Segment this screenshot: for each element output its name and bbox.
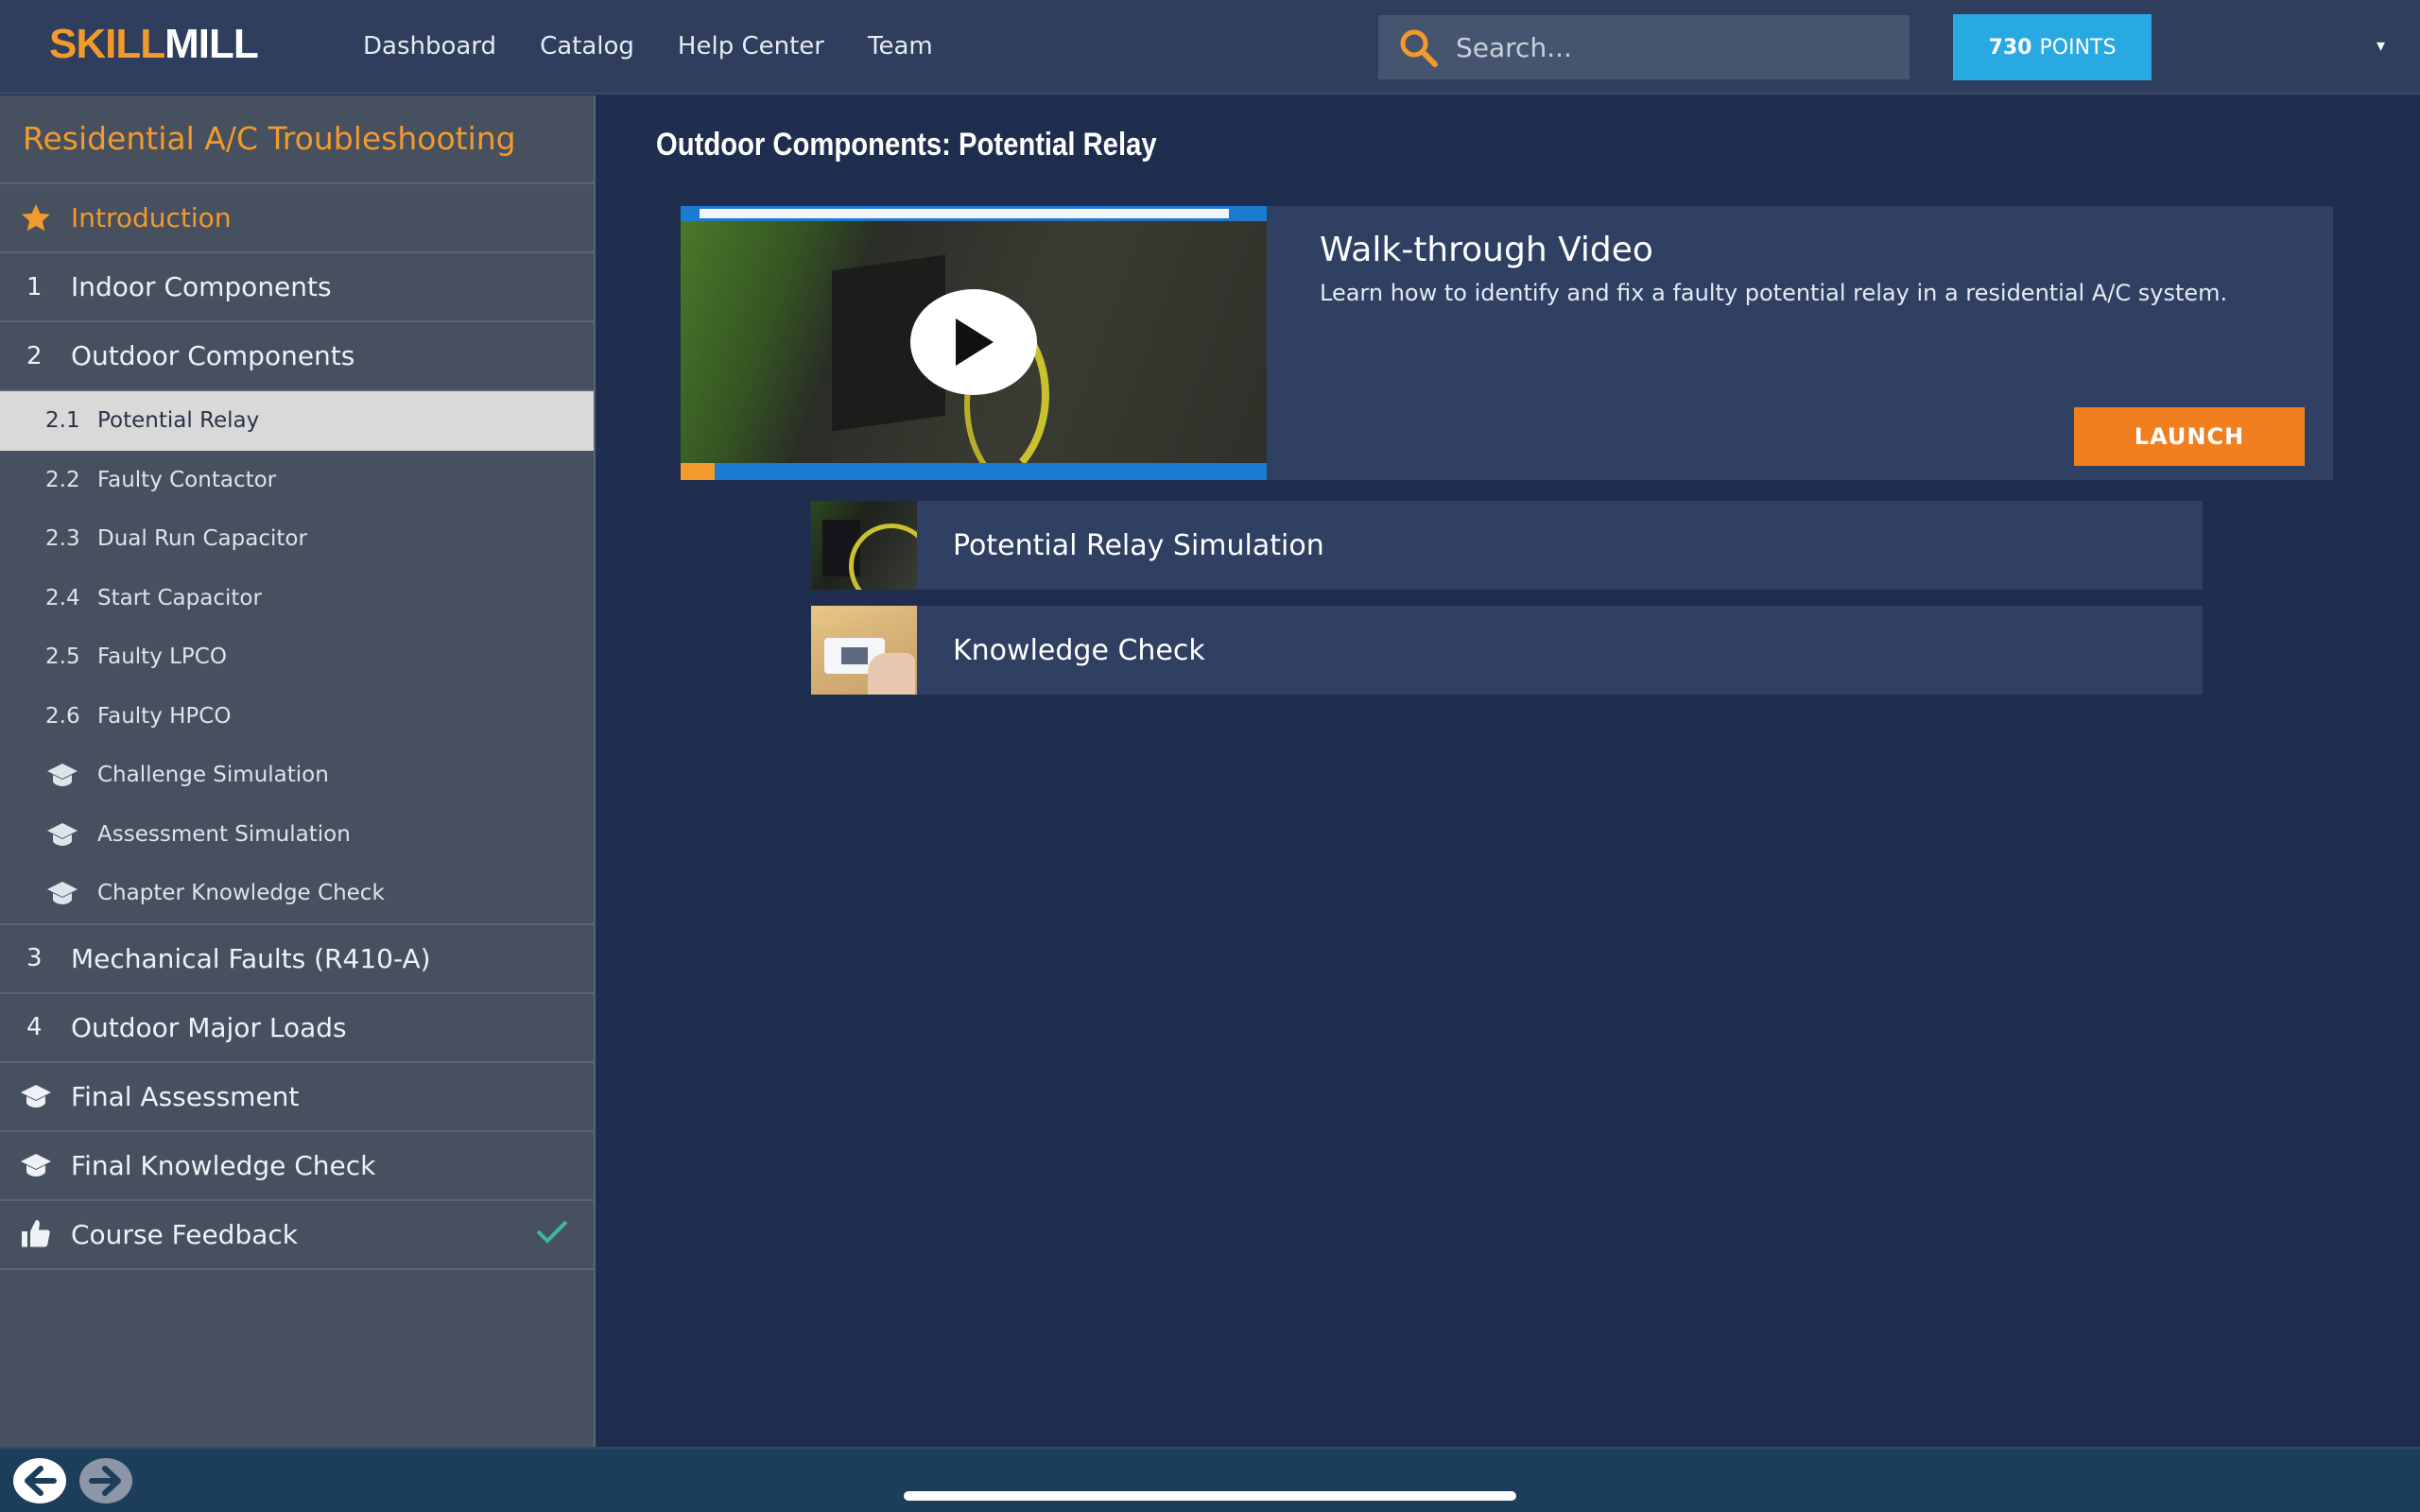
logo-mill: MILL <box>164 21 259 67</box>
logo-skill: SKILL <box>49 21 165 67</box>
arrow-left-icon <box>25 1466 57 1496</box>
sidebar-item-course-feedback[interactable]: Course Feedback <box>0 1201 594 1270</box>
simulation-thumbnail <box>811 501 917 590</box>
arrow-right-icon <box>89 1466 121 1496</box>
nav-help-center[interactable]: Help Center <box>678 32 824 60</box>
graduation-cap-icon <box>0 1148 71 1182</box>
lesson-challenge-simulation[interactable]: Challenge Simulation <box>0 746 594 805</box>
sidebar-item-label: Final Knowledge Check <box>71 1149 376 1181</box>
knowledge-check-thumbnail <box>811 606 917 695</box>
lesson-faulty-hpco[interactable]: 2.6 Faulty HPCO <box>0 687 594 747</box>
home-indicator[interactable] <box>904 1491 1516 1501</box>
sidebar-item-label: Introduction <box>71 202 232 233</box>
chapter-label: Mechanical Faults (R410-A) <box>71 942 431 974</box>
sidebar-item-final-knowledge-check[interactable]: Final Knowledge Check <box>0 1132 594 1201</box>
chevron-down-icon[interactable]: ▾ <box>2377 36 2385 56</box>
lesson-dual-run-capacitor[interactable]: 2.3 Dual Run Capacitor <box>0 509 594 569</box>
chapter-2-lessons: 2.1 Potential Relay 2.2 Faulty Contactor… <box>0 391 594 925</box>
lesson-label: Faulty Contactor <box>97 467 277 492</box>
chapter-label: Outdoor Components <box>71 340 355 371</box>
chapter-number: 1 <box>26 272 43 301</box>
thumbnail-top-bar <box>681 206 1267 221</box>
lesson-label: Assessment Simulation <box>97 821 351 847</box>
activity-label: Potential Relay Simulation <box>953 528 1324 562</box>
video-thumbnail[interactable] <box>681 206 1267 480</box>
thumbnail-address-bar <box>700 209 1229 218</box>
search-icon[interactable] <box>1395 25 1441 70</box>
lesson-chapter-knowledge-check[interactable]: Chapter Knowledge Check <box>0 864 594 923</box>
course-sidebar: Residential A/C Troubleshooting Introduc… <box>0 95 596 1447</box>
lesson-number: 2.5 <box>45 644 80 670</box>
sidebar-item-label: Course Feedback <box>71 1218 298 1250</box>
top-bar: SKILLMILL Dashboard Catalog Help Center … <box>0 0 2420 94</box>
graduation-cap-icon <box>0 820 97 849</box>
thumbs-up-icon <box>0 1217 71 1251</box>
lesson-number: 2.2 <box>45 467 80 492</box>
lesson-label: Faulty LPCO <box>97 644 227 670</box>
lesson-label: Potential Relay <box>97 408 260 434</box>
page-title: Outdoor Components: Potential Relay <box>656 127 1157 163</box>
thumbnail-hand <box>868 653 915 695</box>
sidebar-item-final-assessment[interactable]: Final Assessment <box>0 1063 594 1132</box>
video-description: Learn how to identify and fix a faulty p… <box>1320 280 2228 306</box>
launch-button[interactable]: LAUNCH <box>2074 407 2305 466</box>
chapter-number: 2 <box>26 341 43 370</box>
sidebar-item-label: Final Assessment <box>71 1080 300 1112</box>
chapter-number: 4 <box>26 1013 43 1041</box>
lesson-number: 2.1 <box>45 408 80 434</box>
skillmill-logo[interactable]: SKILLMILL <box>49 21 259 68</box>
lesson-label: Chapter Knowledge Check <box>97 881 385 906</box>
course-title[interactable]: Residential A/C Troubleshooting <box>0 95 594 184</box>
forward-button[interactable] <box>79 1458 132 1503</box>
graduation-cap-icon <box>0 879 97 907</box>
chapter-label: Indoor Components <box>71 271 332 302</box>
sidebar-chapter-1[interactable]: 1 Indoor Components <box>0 253 594 322</box>
video-title: Walk-through Video <box>1320 231 1653 269</box>
activity-label: Knowledge Check <box>953 633 1205 667</box>
nav-team[interactable]: Team <box>868 32 933 60</box>
lesson-label: Start Capacitor <box>97 585 262 610</box>
points-value: 730 <box>1988 35 2032 60</box>
search-input[interactable] <box>1456 31 1891 63</box>
lesson-number: 2.6 <box>45 703 80 729</box>
star-icon <box>0 201 71 235</box>
nav-dashboard[interactable]: Dashboard <box>363 32 496 60</box>
play-button[interactable] <box>910 289 1037 395</box>
activity-potential-relay-simulation[interactable]: Potential Relay Simulation <box>811 501 2203 590</box>
thumbnail-bottom-bar <box>681 463 1267 480</box>
walkthrough-video-card: Walk-through Video Learn how to identify… <box>681 206 2333 480</box>
sidebar-item-introduction[interactable]: Introduction <box>0 184 594 253</box>
activity-knowledge-check[interactable]: Knowledge Check <box>811 606 2203 695</box>
main-nav: Dashboard Catalog Help Center Team <box>363 32 933 60</box>
chapter-number: 3 <box>26 944 43 972</box>
lesson-potential-relay[interactable]: 2.1 Potential Relay <box>0 391 594 451</box>
checkmark-icon <box>535 1218 569 1251</box>
search-bar[interactable] <box>1378 15 1910 79</box>
lesson-label: Faulty HPCO <box>97 703 232 729</box>
lesson-faulty-lpco[interactable]: 2.5 Faulty LPCO <box>0 627 594 687</box>
lesson-faulty-contactor[interactable]: 2.2 Faulty Contactor <box>0 451 594 510</box>
sidebar-chapter-4[interactable]: 4 Outdoor Major Loads <box>0 994 594 1063</box>
thumbnail-home-tab <box>681 463 715 480</box>
nav-catalog[interactable]: Catalog <box>540 32 634 60</box>
lesson-number: 2.4 <box>45 585 80 610</box>
lesson-number: 2.3 <box>45 526 80 552</box>
play-icon <box>956 318 994 366</box>
lesson-assessment-simulation[interactable]: Assessment Simulation <box>0 805 594 865</box>
sidebar-chapter-2[interactable]: 2 Outdoor Components <box>0 322 594 391</box>
points-label: POINTS <box>2039 35 2117 60</box>
chapter-label: Outdoor Major Loads <box>71 1011 347 1043</box>
bottom-bar <box>0 1447 2420 1512</box>
lesson-start-capacitor[interactable]: 2.4 Start Capacitor <box>0 569 594 628</box>
graduation-cap-icon <box>0 761 97 789</box>
graduation-cap-icon <box>0 1079 71 1113</box>
lesson-label: Challenge Simulation <box>97 763 329 788</box>
points-badge[interactable]: 730 POINTS <box>1953 14 2152 80</box>
sidebar-chapter-3[interactable]: 3 Mechanical Faults (R410-A) <box>0 925 594 994</box>
back-button[interactable] <box>13 1458 66 1503</box>
lesson-label: Dual Run Capacitor <box>97 526 307 552</box>
